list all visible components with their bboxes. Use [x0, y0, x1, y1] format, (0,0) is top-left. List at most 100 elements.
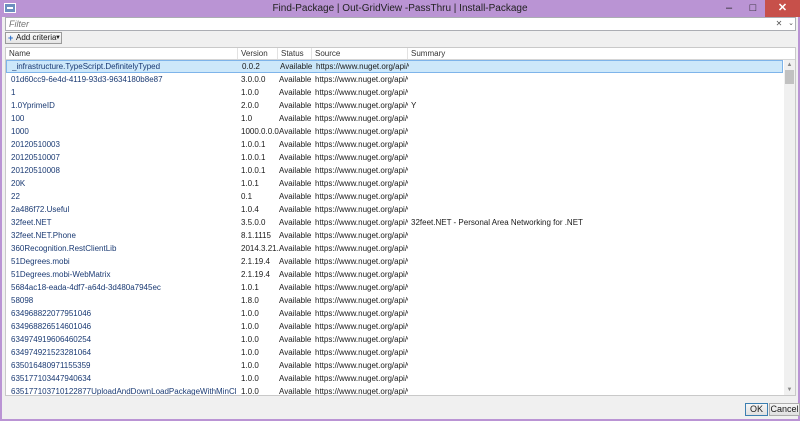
cell-summary: Y: [411, 101, 417, 110]
cell-source: https://www.nuget.org/api/v2/: [315, 127, 408, 136]
table-row[interactable]: 32feet.NET 3.5.0.0 Available https://www.nu…: [6, 216, 783, 229]
table-row[interactable]: 1.0YprimeID 2.0.0 Available https://www.nug…: [6, 99, 783, 112]
minimize-button[interactable]: –: [717, 0, 741, 17]
cell-version: 1.0.0.1: [241, 153, 266, 162]
cell-summary: 32feet.NET - Personal Area Networking fo…: [411, 218, 583, 227]
vertical-scrollbar[interactable]: ▲ ▼: [784, 60, 795, 395]
cell-name: 22: [11, 192, 20, 201]
grid-rows: _infrastructure.TypeScript.DefinitelyTyp…: [6, 60, 783, 396]
cell-source: https://www.nuget.org/api/v2/: [315, 88, 408, 97]
cell-source: https://www.nuget.org/api/v2/: [315, 348, 408, 357]
filter-input[interactable]: [6, 18, 709, 30]
cell-status: Available: [279, 218, 312, 227]
cell-version: 1.0.0: [241, 374, 259, 383]
table-row[interactable]: 20120510003 1.0.0.1 Available https://www.n…: [6, 138, 783, 151]
table-row[interactable]: 100 1.0 Available https://www.nuget.org/api…: [6, 112, 783, 125]
title-bar[interactable]: Find-Package | Out-GridView -PassThru | …: [0, 0, 800, 17]
expand-filter-icon[interactable]: ⌄: [787, 19, 795, 28]
table-row[interactable]: 1000 1000.0.0.0 Available https://www.nuget…: [6, 125, 783, 138]
plus-icon: +: [8, 33, 14, 43]
cell-version: 1.0.0: [241, 348, 259, 357]
cell-version: 1.0.0.1: [241, 140, 266, 149]
cell-source: https://www.nuget.org/api/v2/: [315, 387, 408, 396]
cell-name: 634968826514601046: [11, 322, 92, 331]
cell-source: https://www.nuget.org/api/v2/: [315, 361, 408, 370]
cell-name: 51Degrees.mobi: [11, 257, 70, 266]
cell-source: https://www.nuget.org/api/v2/: [315, 75, 408, 84]
scroll-down-icon[interactable]: ▼: [784, 385, 795, 395]
cell-status: Available: [279, 153, 312, 162]
cell-status: Available: [279, 283, 312, 292]
cell-status: Available: [279, 309, 312, 318]
cell-version: 1.0.0.1: [241, 166, 266, 175]
cell-version: 2.0.0: [241, 101, 259, 110]
table-row[interactable]: 634974919606460254 1.0.0 Available https://…: [6, 333, 783, 346]
cell-status: Available: [279, 114, 312, 123]
cell-source: https://www.nuget.org/api/v2/: [315, 179, 408, 188]
cell-source: https://www.nuget.org/api/v2/: [315, 257, 408, 266]
table-row[interactable]: 01d60cc9-6e4d-4119-93d3-9634180b8e87 3.0.…: [6, 73, 783, 86]
cell-source: https://www.nuget.org/api/v2/: [315, 231, 408, 240]
cell-name: 635177103447940634: [11, 374, 92, 383]
cell-version: 3.5.0.0: [241, 218, 266, 227]
cell-source: https://www.nuget.org/api/v2/: [315, 244, 408, 253]
add-criteria-button[interactable]: + Add criteria ▼: [5, 32, 62, 44]
dropdown-arrow-icon: ▼: [55, 35, 61, 41]
table-row[interactable]: 20120510008 1.0.0.1 Available https://www.n…: [6, 164, 783, 177]
ok-button[interactable]: OK: [745, 403, 768, 416]
scrollbar-thumb[interactable]: [785, 70, 794, 84]
add-criteria-label: Add criteria: [16, 33, 57, 42]
cell-version: 0.0.2: [242, 62, 260, 71]
cell-version: 1.8.0: [241, 296, 259, 305]
cell-status: Available: [280, 62, 313, 71]
cell-name: 32feet.NET.Phone: [11, 231, 76, 240]
cell-status: Available: [279, 361, 312, 370]
cell-source: https://www.nuget.org/api/v2/: [315, 309, 408, 318]
table-row[interactable]: 51Degrees.mobi 2.1.19.4 Available https://w…: [6, 255, 783, 268]
table-row[interactable]: 32feet.NET.Phone 8.1.1115 Available https:/…: [6, 229, 783, 242]
cell-version: 3.0.0.0: [241, 75, 266, 84]
cell-status: Available: [279, 387, 312, 396]
filter-box: ✕ ⌄: [5, 17, 796, 31]
cell-version: 2.1.19.4: [241, 270, 270, 279]
table-row[interactable]: _infrastructure.TypeScript.DefinitelyTyp…: [6, 60, 783, 73]
table-row[interactable]: 635177103447940634 1.0.0 Available https://…: [6, 372, 783, 385]
column-header-name[interactable]: Name: [6, 48, 238, 59]
table-row[interactable]: 51Degrees.mobi-WebMatrix 2.1.19.4 Availabl…: [6, 268, 783, 281]
cell-status: Available: [279, 374, 312, 383]
clear-filter-icon[interactable]: ✕: [775, 19, 783, 28]
results-grid: Name Version Status Source Summary _infr…: [5, 47, 796, 396]
table-row[interactable]: 634968826514601046 1.0.0 Available https://…: [6, 320, 783, 333]
table-row[interactable]: 360Recognition.RestClientLib 2014.3.21.0A…: [6, 242, 783, 255]
table-row[interactable]: 634974921523281064 1.0.0 Available https://…: [6, 346, 783, 359]
table-row[interactable]: 22 0.1 Available https://www.nuget.org/api/…: [6, 190, 783, 203]
column-header-status[interactable]: Status: [278, 48, 312, 59]
table-row[interactable]: 2a486f72.Useful 1.0.4 Available https://www…: [6, 203, 783, 216]
table-row[interactable]: 5684ac18-eada-4df7-a64d-3d480a7945ec 1.0.…: [6, 281, 783, 294]
cell-version: 1.0.0: [241, 335, 259, 344]
cell-source: https://www.nuget.org/api/v2/: [315, 218, 408, 227]
column-header-summary[interactable]: Summary: [408, 48, 784, 59]
column-header-version[interactable]: Version: [238, 48, 278, 59]
cell-version: 2.1.19.4: [241, 257, 270, 266]
cell-version: 1000.0.0.0: [241, 127, 279, 136]
cell-name: 20120510007: [11, 153, 60, 162]
cell-name: 360Recognition.RestClientLib: [11, 244, 117, 253]
cancel-button[interactable]: Cancel: [769, 403, 800, 416]
maximize-button[interactable]: □: [741, 0, 765, 17]
cell-name: 634968822077951046: [11, 309, 92, 318]
table-row[interactable]: 1 1.0.0 Available https://www.nuget.org/api…: [6, 86, 783, 99]
scroll-up-icon[interactable]: ▲: [784, 60, 795, 70]
table-row[interactable]: 20120510007 1.0.0.1 Available https://www.n…: [6, 151, 783, 164]
cell-source: https://www.nuget.org/api/v2/: [315, 296, 408, 305]
column-header-source[interactable]: Source: [312, 48, 408, 59]
table-row[interactable]: 635016480971155359 1.0.0 Available https://…: [6, 359, 783, 372]
close-button[interactable]: ✕: [765, 0, 800, 17]
table-row[interactable]: 635177103710122877UploadAndDownLoadPacka…: [6, 385, 783, 396]
cell-name: 5684ac18-eada-4df7-a64d-3d480a7945ec: [11, 283, 161, 292]
table-row[interactable]: 634968822077951046 1.0.0 Available https://…: [6, 307, 783, 320]
cell-version: 1.0.0: [241, 322, 259, 331]
table-row[interactable]: 58098 1.8.0 Available https://www.nuget.org…: [6, 294, 783, 307]
table-row[interactable]: 20K 1.0.1 Available https://www.nuget.org/a…: [6, 177, 783, 190]
cell-version: 1.0.1: [241, 283, 259, 292]
